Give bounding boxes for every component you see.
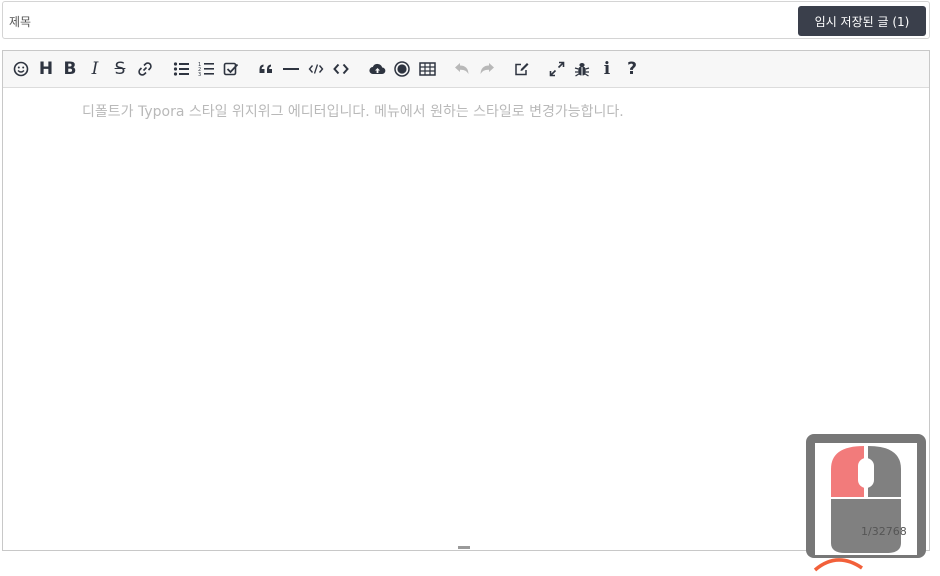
editor-toolbar: H B I S 123 i ? xyxy=(3,51,929,88)
expand-icon[interactable] xyxy=(547,59,567,79)
record-icon[interactable] xyxy=(392,59,412,79)
undo-icon[interactable] xyxy=(452,59,472,79)
info-icon[interactable]: i xyxy=(597,59,617,79)
bug-icon[interactable] xyxy=(572,59,592,79)
resize-handle[interactable] xyxy=(458,546,470,549)
scroll-indicator xyxy=(813,558,863,572)
svg-text:3: 3 xyxy=(198,72,201,77)
click-counter: 1/32768 xyxy=(861,525,907,538)
list-ul-icon[interactable] xyxy=(171,59,191,79)
redo-icon[interactable] xyxy=(477,59,497,79)
markdown-editor: H B I S 123 i ? 디폴트가 Typora 스타일 위지위그 에디터… xyxy=(2,50,930,551)
edit-icon[interactable] xyxy=(512,59,532,79)
quote-icon[interactable] xyxy=(256,59,276,79)
mouse-icon xyxy=(806,434,926,558)
smile-icon[interactable] xyxy=(11,59,31,79)
editor-content[interactable]: 디폴트가 Typora 스타일 위지위그 에디터입니다. 메뉴에서 원하는 스타… xyxy=(3,88,929,550)
cloud-upload-icon[interactable] xyxy=(367,59,387,79)
strikethrough-icon[interactable]: S xyxy=(110,59,130,79)
mouse-graphic xyxy=(831,446,901,553)
heading-icon[interactable]: H xyxy=(36,59,56,79)
table-icon[interactable] xyxy=(417,59,437,79)
hr-icon[interactable] xyxy=(281,59,301,79)
title-input[interactable] xyxy=(7,8,611,36)
code-icon[interactable] xyxy=(306,59,326,79)
saved-drafts-button[interactable]: 임시 저장된 글 (1) xyxy=(798,6,926,36)
code-block-icon[interactable] xyxy=(331,59,351,79)
editor-placeholder: 디폴트가 Typora 스타일 위지위그 에디터입니다. 메뉴에서 원하는 스타… xyxy=(82,104,624,120)
check-square-icon[interactable] xyxy=(221,59,241,79)
italic-icon[interactable]: I xyxy=(85,59,105,79)
title-bar: 임시 저장된 글 (1) xyxy=(2,1,930,39)
list-ol-icon[interactable]: 123 xyxy=(196,59,216,79)
link-icon[interactable] xyxy=(135,59,155,79)
mouse-widget-panel xyxy=(815,443,917,555)
bold-icon[interactable]: B xyxy=(60,59,80,79)
help-icon[interactable]: ? xyxy=(622,59,642,79)
